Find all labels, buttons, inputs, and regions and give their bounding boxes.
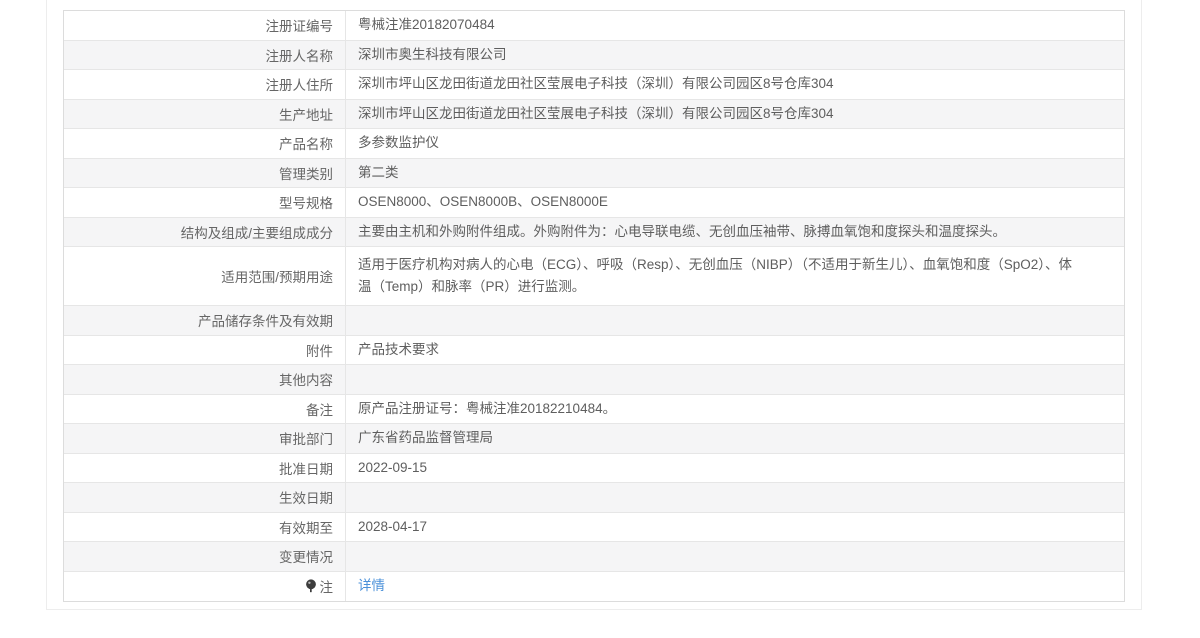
content-panel: 注册证编号 粤械注准20182070484 注册人名称 深圳市奥生科技有限公司注册人住… bbox=[46, 0, 1142, 610]
table-row: 型号规格 OSEN8000、OSEN8000B、OSEN8000E bbox=[64, 188, 1124, 218]
row-label: 产品储存条件及有效期 bbox=[198, 314, 333, 330]
row-value: 第二类 bbox=[358, 164, 399, 180]
table-row: 产品名称 多参数监护仪 bbox=[64, 129, 1124, 159]
row-label-cell: 注 bbox=[64, 571, 346, 601]
row-label: 注册人住所 bbox=[265, 78, 334, 94]
table-row: 生产地址 深圳市坪山区龙田街道龙田社区莹展电子科技（深圳）有限公司园区8号仓库30… bbox=[64, 99, 1124, 129]
row-value: 产品技术要求 bbox=[358, 341, 439, 357]
table-row: 结构及组成/主要组成成分 主要由主机和外购附件组成。外购附件为：心电导联电缆、无创… bbox=[64, 217, 1124, 247]
row-label: 变更情况 bbox=[279, 550, 333, 566]
table-row: 备注 原产品注册证号：粤械注准20182210484。 bbox=[64, 394, 1124, 424]
row-value-cell: 粤械注准20182070484 bbox=[346, 14, 1124, 36]
row-value: 适用于医疗机构对病人的心电（ECG）、呼吸（Resp）、无创血压（NIBP）（不… bbox=[358, 257, 1073, 294]
registration-table: 注册证编号 粤械注准20182070484 注册人名称 深圳市奥生科技有限公司注册人住… bbox=[63, 10, 1125, 602]
row-value: 主要由主机和外购附件组成。外购附件为：心电导联电缆、无创血压袖带、脉搏血氧饱和度… bbox=[358, 223, 1006, 239]
table-row: 其他内容 bbox=[64, 365, 1124, 395]
row-label: 结构及组成/主要组成成分 bbox=[180, 225, 333, 241]
pin-icon bbox=[305, 579, 317, 594]
row-label-cell: 产品名称 bbox=[64, 129, 346, 158]
row-value: 2022-09-15 bbox=[358, 459, 428, 475]
table-row: 附件 产品技术要求 bbox=[64, 335, 1124, 365]
row-label: 备注 bbox=[306, 402, 333, 418]
row-value-cell: 详情 bbox=[346, 575, 1124, 597]
row-value-cell: 深圳市坪山区龙田街道龙田社区莹展电子科技（深圳）有限公司园区8号仓库304 bbox=[346, 73, 1124, 95]
row-label-cell: 注册证编号 bbox=[64, 11, 346, 40]
row-label-cell: 型号规格 bbox=[64, 188, 346, 217]
row-label-cell: 变更情况 bbox=[64, 542, 346, 571]
row-label-cell: 批准日期 bbox=[64, 453, 346, 482]
row-label-cell: 管理类别 bbox=[64, 158, 346, 187]
details-link[interactable]: 详情 bbox=[358, 578, 385, 593]
row-label: 管理类别 bbox=[279, 166, 333, 182]
table-row: 注册人住所 深圳市坪山区龙田街道龙田社区莹展电子科技（深圳）有限公司园区8号仓库3… bbox=[64, 70, 1124, 100]
table-row: 注 详情 bbox=[64, 571, 1124, 601]
row-value-cell: 广东省药品监督管理局 bbox=[346, 427, 1124, 449]
row-value: 深圳市奥生科技有限公司 bbox=[358, 46, 507, 62]
row-label: 批准日期 bbox=[279, 461, 333, 477]
table-row: 注册证编号 粤械注准20182070484 bbox=[64, 11, 1124, 41]
row-value-cell: 原产品注册证号：粤械注准20182210484。 bbox=[346, 398, 1124, 420]
table-row: 注册人名称 深圳市奥生科技有限公司 bbox=[64, 40, 1124, 70]
row-value-cell: 深圳市坪山区龙田街道龙田社区莹展电子科技（深圳）有限公司园区8号仓库304 bbox=[346, 103, 1124, 125]
row-label-cell: 附件 bbox=[64, 335, 346, 364]
row-label: 生效日期 bbox=[279, 491, 333, 507]
row-label: 型号规格 bbox=[279, 196, 333, 212]
table-row: 批准日期 2022-09-15 bbox=[64, 453, 1124, 483]
row-value-cell: 深圳市奥生科技有限公司 bbox=[346, 44, 1124, 66]
row-label-cell: 注册人名称 bbox=[64, 40, 346, 69]
row-label: 注 bbox=[319, 580, 334, 596]
table-row: 生效日期 bbox=[64, 483, 1124, 513]
row-value-cell: 主要由主机和外购附件组成。外购附件为：心电导联电缆、无创血压袖带、脉搏血氧饱和度… bbox=[346, 221, 1124, 243]
row-label: 其他内容 bbox=[279, 373, 333, 389]
row-value-cell: 2028-04-17 bbox=[346, 516, 1124, 538]
row-label-cell: 适用范围/预期用途 bbox=[64, 247, 346, 305]
row-label-cell: 其他内容 bbox=[64, 365, 346, 394]
row-value: 深圳市坪山区龙田街道龙田社区莹展电子科技（深圳）有限公司园区8号仓库304 bbox=[358, 105, 834, 121]
row-value: 粤械注准20182070484 bbox=[358, 17, 495, 33]
row-value-cell: 产品技术要求 bbox=[346, 339, 1124, 361]
row-value-cell: 第二类 bbox=[346, 162, 1124, 184]
row-label-cell: 生效日期 bbox=[64, 483, 346, 512]
row-value-cell: 多参数监护仪 bbox=[346, 132, 1124, 154]
row-value: OSEN8000、OSEN8000B、OSEN8000E bbox=[358, 194, 608, 210]
table-row: 有效期至 2028-04-17 bbox=[64, 512, 1124, 542]
row-label: 有效期至 bbox=[279, 520, 333, 536]
table-row: 变更情况 bbox=[64, 542, 1124, 572]
row-value-cell: OSEN8000、OSEN8000B、OSEN8000E bbox=[346, 191, 1124, 213]
row-label: 生产地址 bbox=[279, 107, 333, 123]
row-value: 深圳市坪山区龙田街道龙田社区莹展电子科技（深圳）有限公司园区8号仓库304 bbox=[358, 76, 834, 92]
table-row: 适用范围/预期用途 适用于医疗机构对病人的心电（ECG）、呼吸（Resp）、无创血… bbox=[64, 247, 1124, 306]
row-value-cell: 2022-09-15 bbox=[346, 457, 1124, 479]
row-value: 广东省药品监督管理局 bbox=[358, 430, 493, 446]
table-row: 产品储存条件及有效期 bbox=[64, 306, 1124, 336]
row-value-cell: 适用于医疗机构对病人的心电（ECG）、呼吸（Resp）、无创血压（NIBP）（不… bbox=[346, 254, 1124, 298]
row-label-cell: 产品储存条件及有效期 bbox=[64, 306, 346, 335]
row-label-cell: 结构及组成/主要组成成分 bbox=[64, 217, 346, 246]
row-label-cell: 有效期至 bbox=[64, 512, 346, 541]
row-value: 多参数监护仪 bbox=[358, 135, 439, 151]
row-label: 注册人名称 bbox=[265, 48, 334, 64]
row-label-cell: 生产地址 bbox=[64, 99, 346, 128]
row-label-cell: 注册人住所 bbox=[64, 70, 346, 99]
row-label: 产品名称 bbox=[279, 137, 333, 153]
row-label-cell: 备注 bbox=[64, 394, 346, 423]
row-value: 原产品注册证号：粤械注准20182210484。 bbox=[358, 400, 617, 416]
row-label: 附件 bbox=[306, 343, 333, 359]
table-row: 管理类别 第二类 bbox=[64, 158, 1124, 188]
row-label: 注册证编号 bbox=[265, 19, 334, 35]
table-row: 审批部门 广东省药品监督管理局 bbox=[64, 424, 1124, 454]
row-label: 审批部门 bbox=[279, 432, 333, 448]
row-label-cell: 审批部门 bbox=[64, 424, 346, 453]
row-label: 适用范围/预期用途 bbox=[221, 270, 333, 285]
row-value: 2028-04-17 bbox=[358, 518, 428, 534]
